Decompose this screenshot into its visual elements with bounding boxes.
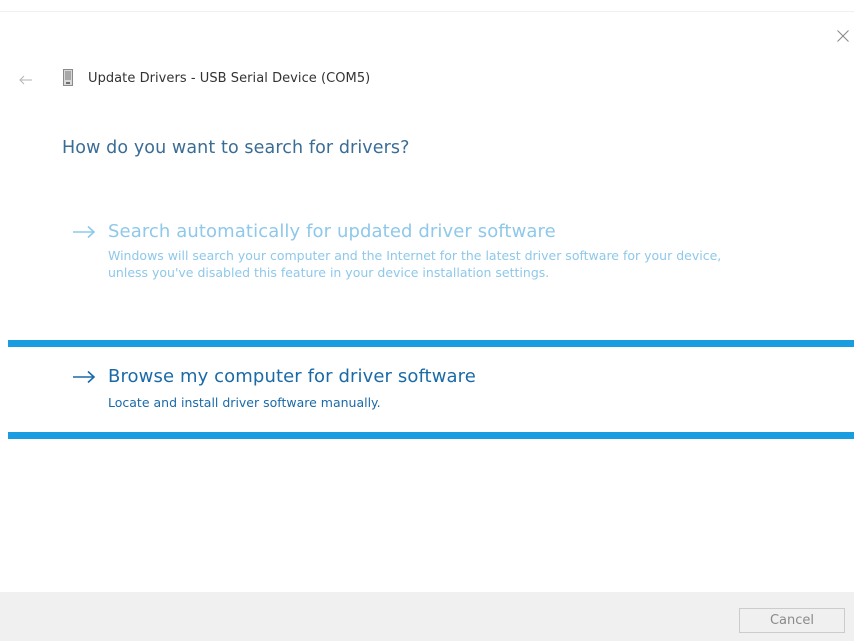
back-arrow-icon (19, 75, 32, 85)
focus-highlight-bottom (8, 432, 854, 439)
cancel-button[interactable]: Cancel (739, 608, 845, 633)
back-button[interactable] (16, 72, 36, 88)
top-border (0, 11, 854, 12)
focus-highlight-top (8, 340, 854, 347)
option-title: Search automatically for updated driver … (108, 221, 556, 242)
browse-computer-option[interactable]: Browse my computer for driver software L… (0, 340, 854, 440)
search-automatically-option[interactable]: Search automatically for updated driver … (0, 215, 854, 335)
option-description: Locate and install driver software manua… (108, 395, 381, 410)
update-drivers-dialog: Update Drivers - USB Serial Device (COM5… (0, 0, 854, 641)
dialog-footer: Cancel (0, 592, 854, 641)
window-title: Update Drivers - USB Serial Device (COM5… (88, 71, 371, 86)
close-icon (837, 30, 849, 42)
usb-device-icon (63, 69, 73, 86)
option-title: Browse my computer for driver software (108, 366, 476, 387)
option-description: Windows will search your computer and th… (108, 248, 722, 280)
arrow-right-icon (73, 370, 96, 384)
close-button[interactable] (833, 26, 853, 46)
page-heading: How do you want to search for drivers? (62, 138, 410, 158)
arrow-right-icon (73, 225, 96, 239)
